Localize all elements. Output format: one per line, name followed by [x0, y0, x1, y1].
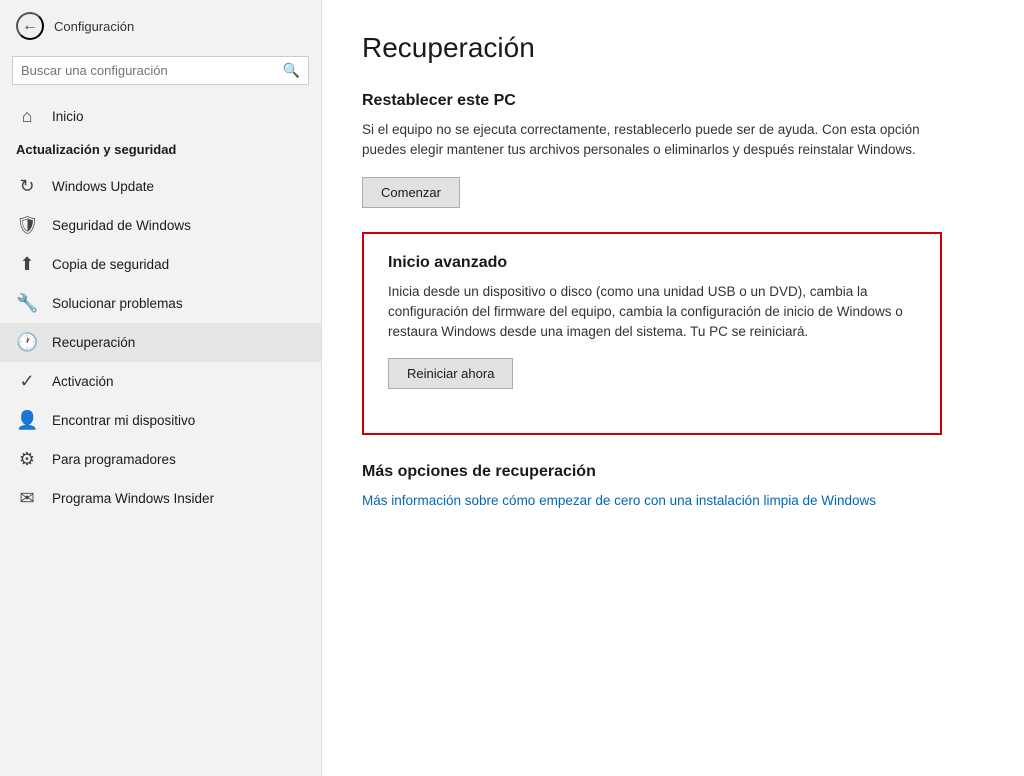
insider-icon: ✉: [16, 488, 38, 509]
sidebar-item-home-label: Inicio: [52, 109, 84, 124]
back-button[interactable]: ←: [16, 12, 44, 40]
sidebar-item-recovery[interactable]: 🕐 Recuperación: [0, 323, 321, 362]
sidebar-item-backup-label: Copia de seguridad: [52, 257, 169, 272]
sidebar-item-activation[interactable]: ✓ Activación: [0, 362, 321, 401]
more-options-heading: Más opciones de recuperación: [362, 463, 984, 481]
search-icon: 🔍: [283, 62, 300, 79]
clean-install-link[interactable]: Más información sobre cómo empezar de ce…: [362, 491, 876, 511]
section-title: Actualización y seguridad: [0, 136, 321, 167]
sidebar-item-activation-label: Activación: [52, 374, 114, 389]
shield-icon: 🛡: [16, 215, 38, 236]
page-title: Recuperación: [362, 32, 984, 64]
sidebar-item-security-label: Seguridad de Windows: [52, 218, 191, 233]
reset-section: Restablecer este PC Si el equipo no se e…: [362, 92, 984, 232]
developers-icon: ⚙: [16, 449, 38, 470]
activation-icon: ✓: [16, 371, 38, 392]
backup-icon: ⬆: [16, 254, 38, 275]
sidebar-header: ← Configuración: [0, 0, 321, 52]
sidebar-item-recovery-label: Recuperación: [52, 335, 135, 350]
sidebar-item-developers-label: Para programadores: [52, 452, 176, 467]
sidebar-item-home[interactable]: ⌂ Inicio: [0, 97, 321, 136]
sidebar-item-windows-update-label: Windows Update: [52, 179, 154, 194]
sidebar-item-troubleshoot[interactable]: 🔧 Solucionar problemas: [0, 284, 321, 323]
main-content: Recuperación Restablecer este PC Si el e…: [322, 0, 1024, 776]
sidebar-item-security[interactable]: 🛡 Seguridad de Windows: [0, 206, 321, 245]
windows-update-icon: ↻: [16, 176, 38, 197]
search-box: 🔍: [12, 56, 309, 85]
home-icon: ⌂: [16, 106, 38, 127]
comenzar-button[interactable]: Comenzar: [362, 177, 460, 208]
app-title: Configuración: [54, 19, 134, 34]
sidebar-item-developers[interactable]: ⚙ Para programadores: [0, 440, 321, 479]
sidebar-item-troubleshoot-label: Solucionar problemas: [52, 296, 183, 311]
reset-description: Si el equipo no se ejecuta correctamente…: [362, 120, 922, 161]
sidebar-item-find-device-label: Encontrar mi dispositivo: [52, 413, 195, 428]
sidebar: ← Configuración 🔍 ⌂ Inicio Actualización…: [0, 0, 322, 776]
troubleshoot-icon: 🔧: [16, 293, 38, 314]
sidebar-item-insider-label: Programa Windows Insider: [52, 491, 214, 506]
sidebar-item-backup[interactable]: ⬆ Copia de seguridad: [0, 245, 321, 284]
sidebar-item-windows-update[interactable]: ↻ Windows Update: [0, 167, 321, 206]
advanced-heading: Inicio avanzado: [388, 254, 916, 272]
recovery-icon: 🕐: [16, 332, 38, 353]
sidebar-item-insider[interactable]: ✉ Programa Windows Insider: [0, 479, 321, 518]
advanced-startup-box: Inicio avanzado Inicia desde un disposit…: [362, 232, 942, 436]
reset-heading: Restablecer este PC: [362, 92, 984, 110]
advanced-description: Inicia desde un dispositivo o disco (com…: [388, 282, 916, 343]
reiniciar-ahora-button[interactable]: Reiniciar ahora: [388, 358, 513, 389]
more-options-section: Más opciones de recuperación Más informa…: [362, 463, 984, 511]
search-input[interactable]: [21, 63, 277, 78]
find-device-icon: 👤: [16, 410, 38, 431]
sidebar-item-find-device[interactable]: 👤 Encontrar mi dispositivo: [0, 401, 321, 440]
